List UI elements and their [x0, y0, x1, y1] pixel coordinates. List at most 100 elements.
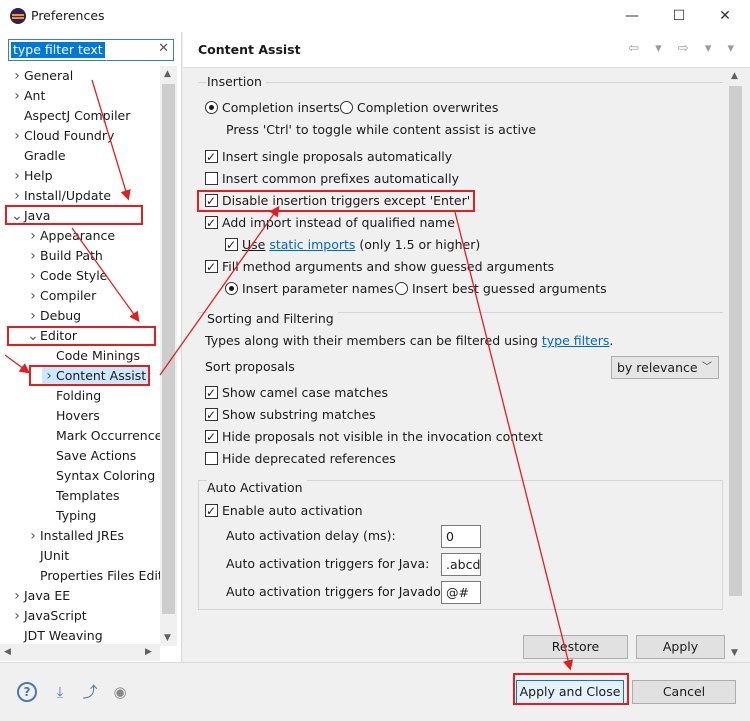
tree-item[interactable]: › Help	[10, 166, 52, 186]
tree-item[interactable]: › Installed JREs	[26, 526, 124, 546]
tree-item[interactable]: › Build Path	[26, 246, 103, 266]
static-imports-checkbox[interactable]: Use static imports (only 1.5 or higher)	[225, 235, 480, 255]
chevron-right-icon[interactable]: ›	[26, 306, 40, 326]
history-nav-buttons[interactable]: ⇦ ▾ ⇨ ▾ ▾	[628, 41, 740, 56]
chevron-right-icon[interactable]: ›	[26, 526, 40, 546]
radio-indicator[interactable]	[205, 101, 218, 114]
completion-inserts-radio[interactable]: Completion inserts	[205, 98, 340, 118]
radio-indicator[interactable]	[395, 282, 408, 295]
tree-item[interactable]: › JavaScript	[10, 606, 86, 626]
chevron-right-icon[interactable]: ›	[26, 226, 40, 246]
apply-and-close-button[interactable]: Apply and Close	[516, 680, 624, 704]
chevron-right-icon[interactable]: ›	[10, 86, 24, 106]
disable-triggers-checkbox[interactable]: Disable insertion triggers except 'Enter…	[205, 191, 470, 211]
close-button[interactable]: ✕	[702, 4, 748, 28]
tree-item[interactable]: ⌄Editor	[26, 326, 77, 346]
scroll-down-icon[interactable]: ▼	[731, 648, 738, 658]
checkbox-indicator[interactable]	[205, 213, 218, 233]
chevron-right-icon[interactable]: ›	[26, 266, 40, 286]
content-scroll-thumb[interactable]	[729, 86, 742, 596]
export-icon[interactable]: ⤴	[80, 682, 100, 702]
chevron-right-icon[interactable]: ›	[10, 126, 24, 146]
maximize-button[interactable]: ☐	[656, 4, 702, 28]
tree-item[interactable]: › Appearance	[26, 226, 115, 246]
tree-item[interactable]: Save Actions	[42, 446, 136, 466]
tree-item[interactable]: › Install/Update	[10, 186, 111, 206]
best-guessed-radio[interactable]: Insert best guessed arguments	[395, 279, 607, 299]
chevron-right-icon[interactable]: ›	[10, 186, 24, 206]
add-import-checkbox[interactable]: Add import instead of qualified name	[205, 213, 455, 233]
tree-item[interactable]: › Content Assist	[42, 366, 151, 386]
tree-item[interactable]: Gradle	[10, 146, 66, 166]
checkbox-indicator[interactable]	[205, 383, 218, 403]
tree-item[interactable]: › Java EE	[10, 586, 70, 606]
apply-button[interactable]: Apply	[636, 635, 725, 659]
chevron-right-icon[interactable]: ›	[10, 166, 24, 186]
tree-item[interactable]: Folding	[42, 386, 101, 406]
hide-not-visible-checkbox[interactable]: Hide proposals not visible in the invoca…	[205, 427, 543, 447]
delay-input[interactable]: 0	[441, 525, 481, 548]
substring-checkbox[interactable]: Show substring matches	[205, 405, 376, 425]
tree-item[interactable]: Properties Files Editor	[26, 566, 160, 586]
chevron-right-icon[interactable]: ›	[10, 606, 24, 626]
tree-item[interactable]: › Cloud Foundry	[10, 126, 114, 146]
type-filters-link[interactable]: type filters	[542, 333, 610, 348]
chevron-down-icon[interactable]: ⌄	[26, 326, 40, 346]
common-prefixes-checkbox[interactable]: Insert common prefixes automatically	[205, 169, 459, 189]
help-icon[interactable]: ?	[17, 682, 37, 702]
checkbox-indicator[interactable]	[205, 257, 218, 277]
filter-input[interactable]: type filter text ✕	[8, 39, 174, 61]
restore-defaults-button[interactable]: Restore Defaults	[523, 635, 628, 676]
static-imports-link[interactable]: static imports	[269, 237, 355, 252]
tree-item[interactable]: › Compiler	[26, 286, 96, 306]
import-icon[interactable]: ⤓	[50, 682, 70, 702]
checkbox-indicator[interactable]	[205, 147, 218, 167]
scroll-up-icon[interactable]: ▲	[731, 71, 738, 81]
radio-indicator[interactable]	[225, 282, 238, 295]
scroll-right-icon[interactable]: ▶	[145, 647, 152, 657]
radio-indicator[interactable]	[340, 101, 353, 114]
tree-vertical-scrollbar[interactable]: ▲ ▼	[160, 66, 177, 646]
tree-item[interactable]: › Ant	[10, 86, 45, 106]
tree-item[interactable]: Typing	[42, 506, 96, 526]
tree-item[interactable]: JUnit	[26, 546, 69, 566]
camel-case-checkbox[interactable]: Show camel case matches	[205, 383, 388, 403]
javadoc-triggers-input[interactable]: @#	[441, 581, 481, 604]
java-triggers-input[interactable]: .abcd	[441, 553, 481, 576]
tree-scroll-thumb[interactable]	[162, 84, 175, 614]
checkbox-indicator[interactable]	[205, 501, 218, 521]
tree-item[interactable]: › Debug	[26, 306, 81, 326]
tree-item[interactable]: Templates	[42, 486, 120, 506]
tree-item[interactable]: › General	[10, 66, 73, 86]
checkbox-indicator[interactable]	[205, 427, 218, 447]
chevron-right-icon[interactable]: ›	[26, 246, 40, 266]
scroll-down-icon[interactable]: ▼	[164, 633, 171, 643]
completion-overwrites-radio[interactable]: Completion overwrites	[340, 98, 498, 118]
tree-item[interactable]: Syntax Coloring	[42, 466, 155, 486]
checkbox-indicator[interactable]	[225, 235, 238, 255]
enable-auto-activation-checkbox[interactable]: Enable auto activation	[205, 501, 363, 521]
chevron-right-icon[interactable]: ›	[42, 366, 56, 386]
chevron-right-icon[interactable]: ›	[26, 286, 40, 306]
minimize-button[interactable]: —	[609, 4, 655, 28]
tree-item[interactable]: AspectJ Compiler	[10, 106, 130, 126]
tree-horizontal-scrollbar[interactable]: ◀ ▶	[0, 644, 160, 661]
tree-item[interactable]: Mark Occurrences	[42, 426, 160, 446]
tree-item[interactable]: JDT Weaving	[10, 626, 103, 646]
scroll-up-icon[interactable]: ▲	[164, 69, 171, 79]
param-names-radio[interactable]: Insert parameter names	[225, 279, 394, 299]
tree-item[interactable]: Hovers	[42, 406, 100, 426]
fill-method-checkbox[interactable]: Fill method arguments and show guessed a…	[205, 257, 554, 277]
tree-item[interactable]: ⌄Java	[10, 206, 50, 226]
checkbox-indicator[interactable]	[205, 172, 218, 185]
checkbox-indicator[interactable]	[205, 405, 218, 425]
sort-proposals-select[interactable]: by relevance ﹀	[611, 356, 719, 379]
tree-item[interactable]: Code Minings	[42, 346, 140, 366]
clear-filter-icon[interactable]: ✕	[158, 41, 169, 56]
cancel-button[interactable]: Cancel	[632, 680, 736, 704]
filter-text[interactable]: type filter text	[11, 42, 105, 58]
tree-item[interactable]: › Code Style	[26, 266, 107, 286]
checkbox-indicator[interactable]	[205, 191, 218, 211]
content-vertical-scrollbar[interactable]: ▲ ▼	[727, 68, 744, 662]
chevron-down-icon[interactable]: ⌄	[10, 206, 24, 226]
